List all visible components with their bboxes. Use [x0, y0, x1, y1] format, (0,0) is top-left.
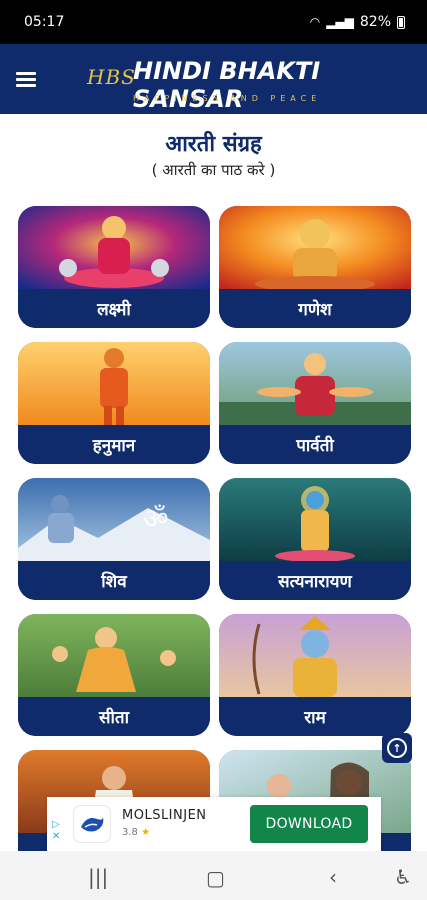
battery-icon — [397, 15, 405, 29]
scroll-top-button[interactable]: ↑ — [382, 733, 412, 763]
status-bar: 05:17 ◠ ▂▄▆ 82% — [0, 0, 427, 44]
shiv-image: ॐ — [18, 478, 210, 561]
recent-apps-icon[interactable]: ||| — [88, 865, 108, 889]
logo-abbr: HBS — [87, 65, 136, 89]
card-lakshmi[interactable]: लक्ष्मी — [18, 206, 210, 328]
card-label: लक्ष्मी — [18, 289, 210, 328]
system-nav-bar: ||| ▢ ‹ ♿ — [0, 851, 427, 900]
card-label: सीता — [18, 697, 210, 736]
card-label: पार्वती — [219, 425, 411, 464]
ad-rating-value: 3.8 — [122, 827, 138, 838]
sita-image — [18, 614, 210, 697]
card-label: हनुमान — [18, 425, 210, 464]
card-label: शिव — [18, 561, 210, 600]
logo-tagline: HAPPINESS AND PEACE — [133, 94, 322, 103]
card-parvati[interactable]: पार्वती — [219, 342, 411, 464]
status-icons: ◠ ▂▄▆ 82% — [310, 14, 405, 30]
home-icon[interactable]: ▢ — [206, 866, 225, 890]
ad-app-logo — [73, 805, 111, 843]
ad-choices-icon[interactable]: ▷ ✕ — [52, 819, 60, 843]
arrow-up-icon: ↑ — [387, 738, 407, 758]
card-sita[interactable]: सीता — [18, 614, 210, 736]
svg-text:ॐ: ॐ — [143, 502, 169, 535]
card-label: गणेश — [219, 289, 411, 328]
lakshmi-image — [18, 206, 210, 289]
download-button[interactable]: DOWNLOAD — [250, 805, 368, 843]
parvati-image — [219, 342, 411, 425]
page-subtitle: ( आरती का पाठ करे ) — [151, 161, 276, 179]
hanuman-image — [18, 342, 210, 425]
card-label: सत्यनारायण — [219, 561, 411, 600]
accessibility-icon[interactable]: ♿ — [394, 865, 412, 889]
ad-rating: 3.8 ★ — [122, 827, 150, 838]
signal-icon: ▂▄▆ — [326, 15, 354, 29]
card-ganesh[interactable]: गणेश — [219, 206, 411, 328]
status-time: 05:17 — [24, 14, 65, 30]
logo-title: HINDI BHAKTI SANSAR — [133, 57, 321, 113]
ram-image — [219, 614, 411, 697]
ganesh-image — [219, 206, 411, 289]
battery-percent: 82% — [359, 14, 391, 30]
card-hanuman[interactable]: हनुमान — [18, 342, 210, 464]
menu-icon[interactable] — [16, 72, 36, 87]
star-icon: ★ — [141, 827, 151, 838]
back-icon[interactable]: ‹ — [329, 865, 337, 889]
ad-banner[interactable]: ▷ ✕ MOLSLINJEN 3.8 ★ DOWNLOAD — [47, 797, 381, 851]
page-title: आरती संग्रह — [165, 132, 262, 157]
satyanarayan-image — [219, 478, 411, 561]
app-header: HBS HINDI BHAKTI SANSAR HAPPINESS AND PE… — [0, 44, 427, 114]
bird-logo-icon — [81, 817, 104, 832]
ad-app-name: MOLSLINJEN — [122, 808, 207, 823]
card-label: राम — [219, 697, 411, 736]
card-shiv[interactable]: ॐ शिव — [18, 478, 210, 600]
wifi-icon: ◠ — [309, 15, 321, 29]
card-satyanarayan[interactable]: सत्यनारायण — [219, 478, 411, 600]
card-ram[interactable]: राम — [219, 614, 411, 736]
